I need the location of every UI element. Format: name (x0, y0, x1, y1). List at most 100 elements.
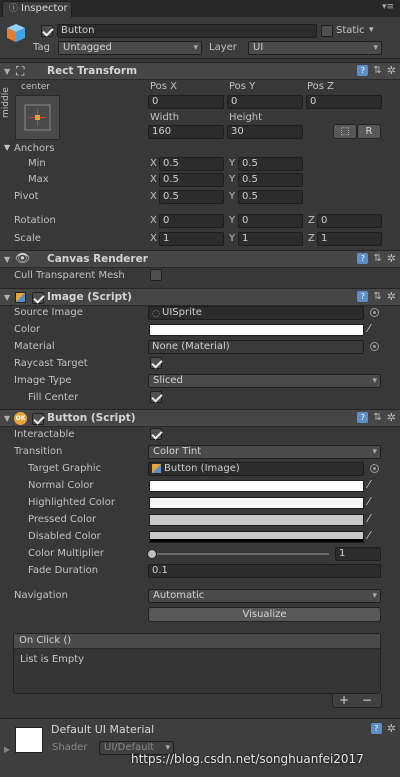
material-preview-section: Default UI Material Shader UI/Default ?✲… (0, 718, 400, 777)
image-color-swatch[interactable] (149, 324, 364, 336)
rotation-z-field[interactable]: 0 (317, 214, 382, 228)
raycast-target-label: Raycast Target (14, 358, 88, 369)
min-y-field[interactable]: 0.5 (238, 157, 303, 171)
material-field[interactable]: None (Material) (148, 340, 364, 354)
navigation-dropdown[interactable]: Automatic (148, 589, 381, 603)
normal-color-swatch[interactable] (149, 480, 364, 492)
scale-x-field[interactable]: 1 (159, 232, 224, 246)
highlighted-color-swatch[interactable] (149, 497, 364, 509)
help-book-icon[interactable]: ? (370, 723, 382, 734)
scale-z-field[interactable]: 1 (317, 232, 382, 246)
rect-transform-icon: ⛶ (16, 64, 25, 78)
width-field[interactable]: 160 (148, 125, 224, 139)
gear-icon[interactable]: ✲ (387, 412, 396, 423)
object-picker-icon[interactable] (370, 308, 379, 317)
active-toggle[interactable] (41, 25, 53, 37)
material-name: Default UI Material (51, 723, 155, 736)
gear-icon[interactable]: ✲ (387, 291, 396, 302)
tab-menu-icon[interactable]: ▾≡ (382, 2, 394, 12)
collapse-icon[interactable]: ▼ (4, 255, 10, 264)
gear-icon[interactable]: ✲ (387, 65, 396, 76)
disabled-color-swatch[interactable] (149, 531, 364, 543)
color-multiplier-field[interactable]: 1 (335, 547, 381, 561)
pos-z-field[interactable]: 0 (306, 95, 382, 109)
target-graphic-field[interactable]: Button (Image) (148, 462, 364, 476)
object-picker-icon[interactable] (370, 342, 379, 351)
gear-icon[interactable]: ✲ (387, 253, 396, 264)
material-label: Material (14, 341, 55, 352)
expand-icon[interactable]: ▶ (4, 745, 10, 754)
pressed-color-swatch[interactable] (149, 514, 364, 526)
fade-duration-label: Fade Duration (28, 565, 99, 576)
cull-transparent-mesh-toggle[interactable] (150, 269, 162, 281)
max-y-field[interactable]: 0.5 (238, 173, 303, 187)
image-type-dropdown[interactable]: Sliced (148, 374, 381, 388)
pivot-y-field[interactable]: 0.5 (238, 190, 303, 204)
material-thumbnail[interactable] (15, 727, 43, 753)
eyedropper-icon[interactable]: ⁄ (368, 512, 370, 525)
object-picker-icon[interactable] (370, 464, 379, 473)
scale-y-field[interactable]: 1 (238, 232, 303, 246)
anchors-foldout-icon[interactable]: ▼ (4, 143, 10, 152)
button-script-icon: OK (14, 412, 27, 425)
transition-dropdown[interactable]: Color Tint (148, 445, 381, 459)
raw-edit-button[interactable]: R (357, 124, 381, 139)
visualize-button[interactable]: Visualize (148, 607, 381, 622)
collapse-icon[interactable]: ▼ (4, 414, 10, 423)
tab-inspector[interactable]: ⓘ Inspector (2, 1, 72, 17)
blueprint-mode-button[interactable]: ⬚ (333, 124, 357, 139)
source-image-field[interactable]: ◌ UISprite (148, 306, 364, 320)
static-dropdown-icon[interactable]: ▾ (369, 25, 374, 35)
preset-icon[interactable]: ⇅ (373, 412, 381, 423)
collapse-icon[interactable]: ▼ (4, 293, 10, 302)
object-name-field[interactable]: Button (57, 24, 317, 38)
anchor-presets-button[interactable] (15, 95, 60, 140)
pos-x-field[interactable]: 0 (148, 95, 224, 109)
eyedropper-icon[interactable]: ⁄ (368, 529, 370, 542)
help-book-icon[interactable]: ? (357, 65, 369, 76)
layer-dropdown[interactable]: UI (248, 41, 382, 55)
image-component-header[interactable]: ▼ Image (Script) ? ⇅ ✲ (0, 288, 400, 306)
eyedropper-icon[interactable]: ⁄ (368, 322, 370, 335)
source-image-label: Source Image (14, 307, 83, 318)
fill-center-toggle[interactable] (150, 391, 162, 403)
collapse-icon[interactable]: ▼ (4, 67, 10, 76)
min-label: Min (28, 158, 46, 169)
min-x-field[interactable]: 0.5 (159, 157, 224, 171)
gear-icon[interactable]: ✲ (387, 723, 396, 734)
add-listener-button[interactable]: + (339, 694, 349, 706)
remove-listener-button[interactable]: − (362, 694, 372, 706)
info-icon: ⓘ (9, 4, 19, 14)
help-book-icon[interactable]: ? (357, 291, 369, 302)
pressed-color-label: Pressed Color (28, 514, 97, 525)
raycast-target-toggle[interactable] (150, 357, 162, 369)
height-field[interactable]: 30 (227, 125, 303, 139)
fade-duration-field[interactable]: 0.1 (148, 564, 381, 578)
image-component-icon (152, 464, 161, 473)
pos-y-field[interactable]: 0 (227, 95, 303, 109)
max-x-field[interactable]: 0.5 (159, 173, 224, 187)
static-toggle[interactable] (321, 25, 333, 37)
help-book-icon[interactable]: ? (357, 253, 369, 264)
tag-dropdown[interactable]: Untagged (58, 41, 202, 55)
preset-icon[interactable]: ⇅ (373, 291, 381, 302)
preset-icon[interactable]: ⇅ (373, 65, 381, 76)
interactable-toggle[interactable] (150, 428, 162, 440)
button-component-header[interactable]: ▼ OK Button (Script) ? ⇅ ✲ (0, 409, 400, 427)
pos-y-label: Pos Y (229, 81, 256, 92)
rect-transform-header[interactable]: ▼ ⛶ Rect Transform ? ⇅ ✲ (0, 62, 400, 80)
eyedropper-icon[interactable]: ⁄ (368, 478, 370, 491)
help-book-icon[interactable]: ? (357, 412, 369, 423)
canvas-renderer-header[interactable]: ▼ 👁 Canvas Renderer ? ⇅ ✲ (0, 250, 400, 268)
image-enabled-toggle[interactable] (32, 292, 44, 304)
eyedropper-icon[interactable]: ⁄ (368, 495, 370, 508)
rotation-x-field[interactable]: 0 (159, 214, 224, 228)
color-multiplier-slider-handle[interactable] (147, 549, 157, 559)
pivot-x-field[interactable]: 0.5 (159, 190, 224, 204)
button-enabled-toggle[interactable] (32, 413, 44, 425)
rotation-y-field[interactable]: 0 (238, 214, 303, 228)
fill-center-label: Fill Center (28, 392, 79, 403)
anchor-v-label: middle (1, 87, 11, 118)
watermark: https://blog.csdn.net/songhuanfei2017 (131, 752, 364, 766)
preset-icon[interactable]: ⇅ (373, 253, 381, 264)
